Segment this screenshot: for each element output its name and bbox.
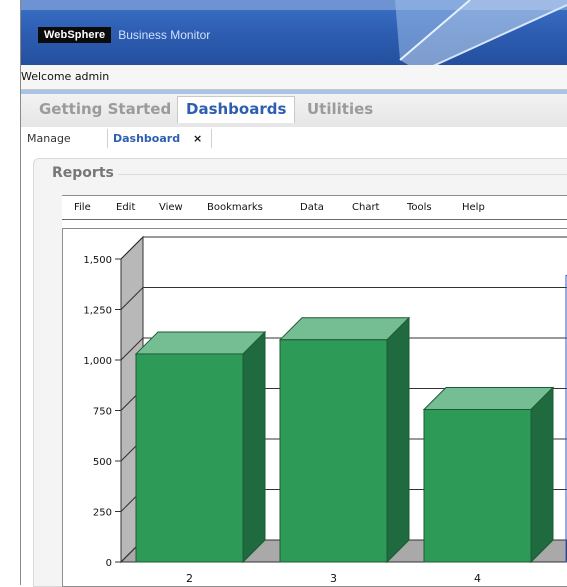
menu-edit[interactable]: Edit	[116, 202, 135, 213]
bar	[135, 353, 244, 563]
menu-data[interactable]: Data	[300, 202, 324, 213]
banner-glass-decoration	[395, 0, 567, 73]
bar-side	[530, 386, 554, 564]
product-name: Business Monitor	[118, 28, 211, 42]
panel-title: Reports	[52, 165, 114, 181]
y-tick-label: 1,000	[83, 356, 112, 367]
bar-side	[242, 330, 266, 564]
menu-bookmarks[interactable]: Bookmarks	[207, 202, 263, 213]
tab-getting-started[interactable]: Getting Started	[39, 100, 171, 118]
tab-utilities[interactable]: Utilities	[307, 100, 373, 118]
y-tick-label: 500	[93, 457, 112, 468]
report-menubar: File Edit View Bookmarks Data Chart Tool…	[62, 196, 567, 220]
toolbar-strip	[62, 220, 567, 229]
menu-view[interactable]: View	[159, 202, 183, 213]
menu-chart[interactable]: Chart	[352, 202, 379, 213]
panel-title-rule	[118, 174, 567, 175]
welcome-text: Welcome admin	[21, 70, 110, 83]
y-tick-label: 1,250	[83, 306, 112, 317]
y-tick-label: 250	[93, 508, 112, 519]
menu-tools[interactable]: Tools	[407, 202, 432, 213]
tab-dashboards[interactable]: Dashboards	[177, 96, 296, 123]
subtab-divider	[107, 129, 108, 148]
x-tick-label: 4	[474, 572, 481, 585]
y-tick-label: 750	[93, 407, 112, 418]
subtab-dashboard[interactable]: Dashboard	[113, 132, 180, 145]
subtab-manage[interactable]: Manage	[27, 132, 71, 145]
bar	[423, 408, 532, 563]
brand-box: WebSphere	[38, 27, 112, 43]
welcome-bar: Welcome admin	[21, 65, 567, 90]
sub-tabs: Manage Dashboard ×	[21, 127, 567, 151]
subtab-divider	[211, 129, 212, 148]
y-tick-label: 0	[106, 558, 112, 569]
y-tick-label: 1,500	[83, 255, 112, 266]
menu-file[interactable]: File	[74, 202, 91, 213]
left-margin	[0, 0, 20, 585]
bar	[279, 339, 388, 563]
x-tick-label: 2	[186, 572, 193, 585]
bar-side	[386, 316, 410, 564]
product-logo: WebSphere Business Monitor	[38, 26, 210, 44]
x-tick-label: 3	[330, 572, 337, 585]
main-tabs: Getting Started Dashboards Utilities	[21, 90, 567, 127]
menu-help[interactable]: Help	[462, 202, 485, 213]
bar-chart: 0 250 500 750 1,000 1,250 1,500 2 3 4	[83, 235, 567, 585]
close-tab-icon[interactable]: ×	[193, 132, 202, 145]
